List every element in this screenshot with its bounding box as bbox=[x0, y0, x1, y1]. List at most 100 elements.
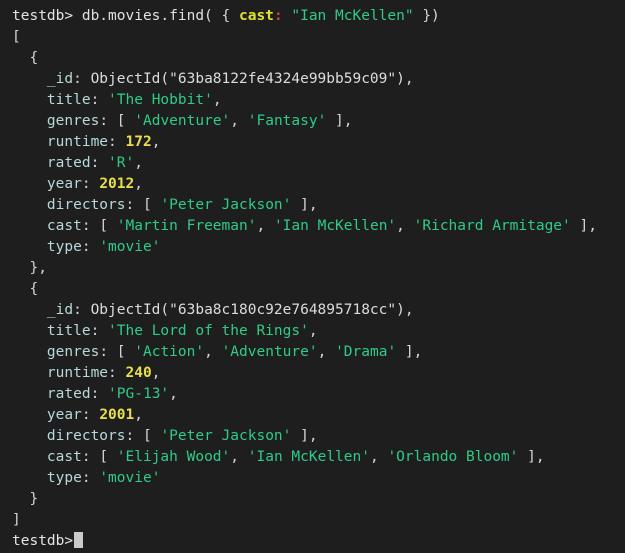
bracket-close: ] bbox=[12, 512, 21, 528]
array-close: ] bbox=[518, 449, 536, 465]
field-value-number: 240 bbox=[125, 365, 152, 381]
document-field: runtime: 240, bbox=[0, 363, 625, 384]
array-item: 'Peter Jackson' bbox=[160, 197, 292, 213]
field-trailing-comma: , bbox=[134, 176, 143, 192]
field-key: title bbox=[12, 323, 91, 339]
field-key: genres bbox=[12, 344, 100, 360]
field-key: runtime bbox=[12, 134, 109, 150]
field-trailing-comma: , bbox=[134, 407, 143, 423]
document-field: runtime: 172, bbox=[0, 132, 625, 153]
field-colon: : bbox=[81, 218, 100, 234]
document-field: _id: ObjectId("63ba8122fe4324e99bb59c09"… bbox=[0, 69, 625, 90]
field-trailing-comma: , bbox=[151, 365, 161, 381]
document-field: title: 'The Lord of the Rings', bbox=[0, 321, 625, 342]
field-trailing-comma: , bbox=[404, 302, 414, 318]
brace-close: } bbox=[12, 491, 39, 507]
field-colon: : bbox=[108, 365, 126, 381]
document-field: year: 2001, bbox=[0, 405, 625, 426]
field-key: title bbox=[12, 92, 91, 108]
query-field-key: cast bbox=[238, 8, 274, 24]
field-colon: : bbox=[73, 71, 91, 87]
field-value-number: 172 bbox=[125, 134, 152, 150]
field-colon: : bbox=[108, 134, 126, 150]
field-key: rated bbox=[12, 155, 91, 171]
array-open: [ bbox=[99, 218, 117, 234]
array-item: 'Ian McKellen' bbox=[247, 449, 370, 465]
field-trailing-comma: , bbox=[134, 155, 143, 171]
result-documents: { _id: ObjectId("63ba8122fe4324e99bb59c0… bbox=[0, 48, 625, 510]
field-colon: : bbox=[90, 386, 109, 402]
array-close: ] bbox=[570, 218, 589, 234]
command-text: db.movies.find( bbox=[73, 8, 222, 24]
array-item: 'Ian McKellen' bbox=[273, 218, 397, 234]
shell-prompt: testdb> bbox=[12, 8, 74, 24]
field-key: type bbox=[12, 470, 82, 486]
array-open: [ bbox=[116, 344, 135, 360]
field-colon: : bbox=[99, 344, 117, 360]
field-trailing-comma: , bbox=[151, 134, 161, 150]
field-trailing-comma: , bbox=[413, 344, 423, 360]
array-item: 'Adventure' bbox=[134, 113, 231, 129]
document-close-brace: } bbox=[0, 489, 625, 510]
document-field: type: 'movie' bbox=[0, 237, 625, 258]
array-separator: , bbox=[204, 344, 222, 360]
query-close-brace: }) bbox=[413, 8, 440, 24]
final-prompt-line[interactable]: testdb> bbox=[0, 531, 625, 552]
field-trailing-comma: , bbox=[588, 218, 597, 234]
result-array-close: ] bbox=[0, 510, 625, 531]
terminal-window[interactable]: testdb> db.movies.find( { cast: "Ian McK… bbox=[0, 0, 625, 553]
document-open-brace: { bbox=[0, 48, 625, 69]
array-separator: , bbox=[230, 113, 248, 129]
field-trailing-comma: , bbox=[212, 92, 222, 108]
query-colon: : bbox=[273, 8, 283, 24]
array-close: ] bbox=[291, 197, 309, 213]
field-colon: : bbox=[81, 239, 100, 255]
document-field: rated: 'R', bbox=[0, 153, 625, 174]
array-item: 'Elijah Wood' bbox=[116, 449, 231, 465]
field-value-string: 'The Hobbit' bbox=[108, 92, 213, 108]
field-trailing-comma: , bbox=[535, 449, 545, 465]
field-trailing-comma: , bbox=[404, 71, 414, 87]
brace-open: { bbox=[12, 281, 39, 297]
field-key: year bbox=[12, 176, 82, 192]
field-key: genres bbox=[12, 113, 100, 129]
field-trailing-comma: , bbox=[308, 323, 318, 339]
array-separator: , bbox=[369, 449, 388, 465]
query-open-brace: { bbox=[221, 8, 239, 24]
brace-open: { bbox=[12, 50, 39, 66]
field-colon: : bbox=[90, 155, 109, 171]
brace-close: }, bbox=[12, 260, 47, 276]
document-field: genres: [ 'Adventure', 'Fantasy' ], bbox=[0, 111, 625, 132]
field-key: _id bbox=[12, 302, 74, 318]
array-item: 'Adventure' bbox=[221, 344, 318, 360]
array-item: 'Action' bbox=[134, 344, 205, 360]
field-colon: : bbox=[99, 113, 117, 129]
field-colon: : bbox=[90, 92, 109, 108]
array-separator: , bbox=[317, 344, 336, 360]
array-separator: , bbox=[230, 449, 248, 465]
document-field: year: 2012, bbox=[0, 174, 625, 195]
document-open-brace: { bbox=[0, 279, 625, 300]
document-field: type: 'movie' bbox=[0, 468, 625, 489]
document-field: directors: [ 'Peter Jackson' ], bbox=[0, 426, 625, 447]
field-colon: : bbox=[81, 407, 100, 423]
field-key: cast bbox=[12, 449, 82, 465]
array-item: 'Richard Armitage' bbox=[413, 218, 571, 234]
field-value-string: 'R' bbox=[108, 155, 135, 171]
field-value-number: 2001 bbox=[99, 407, 135, 423]
shell-prompt-final: testdb> bbox=[12, 533, 74, 549]
field-colon: : bbox=[81, 449, 100, 465]
field-value-number: 2012 bbox=[99, 176, 135, 192]
field-key: rated bbox=[12, 386, 91, 402]
document-field: genres: [ 'Action', 'Adventure', 'Drama'… bbox=[0, 342, 625, 363]
document-field: rated: 'PG-13', bbox=[0, 384, 625, 405]
field-value-string: 'The Lord of the Rings' bbox=[108, 323, 309, 339]
array-open: [ bbox=[99, 449, 117, 465]
document-field: _id: ObjectId("63ba8c180c92e764895718cc"… bbox=[0, 300, 625, 321]
array-separator: , bbox=[396, 218, 414, 234]
field-trailing-comma: , bbox=[343, 113, 353, 129]
field-key: cast bbox=[12, 218, 82, 234]
array-item: 'Drama' bbox=[335, 344, 397, 360]
command-line: testdb> db.movies.find( { cast: "Ian McK… bbox=[0, 6, 625, 27]
field-key: runtime bbox=[12, 365, 109, 381]
